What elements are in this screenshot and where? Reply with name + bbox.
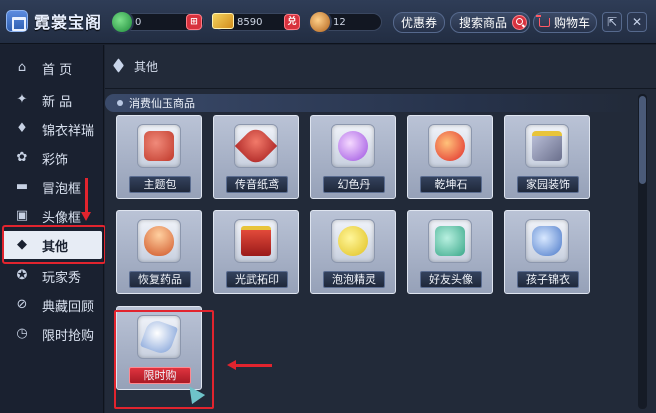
- cube-icon: [113, 60, 126, 73]
- portrait-frame-icon: ▣: [15, 208, 29, 223]
- sidebar-item-label: 首 页: [42, 63, 73, 78]
- sidebar-item-label: 锦衣祥瑞: [42, 124, 95, 139]
- sidebar-item-new[interactable]: ✦ 新 品: [2, 86, 102, 114]
- item-card[interactable]: 家园装饰: [504, 115, 590, 199]
- gift-icon: ✦: [16, 92, 28, 107]
- annotation-highlight-other: [2, 225, 106, 264]
- theme-pack-icon: [137, 124, 181, 168]
- scrollbar[interactable]: [638, 94, 647, 409]
- item-card[interactable]: 光武拓印: [213, 210, 299, 294]
- section-bullet-icon: [117, 100, 123, 106]
- item-label: 家园装饰: [517, 176, 579, 193]
- sidebar-item-home[interactable]: ⌂ 首 页: [2, 54, 102, 82]
- search-button[interactable]: 搜索商品: [450, 12, 530, 33]
- item-label: 孩子锦衣: [517, 271, 579, 288]
- divider: [105, 88, 656, 89]
- item-label: 主题包: [129, 176, 191, 193]
- clock-icon: ◷: [16, 326, 28, 341]
- search-label: 搜索商品: [459, 16, 508, 30]
- player-show-icon: ✪: [16, 268, 28, 283]
- item-card[interactable]: 泡泡精灵: [310, 210, 396, 294]
- item-label: 幻色丹: [323, 176, 385, 193]
- section-header: 消费仙玉商品: [105, 94, 633, 112]
- jade-icon: [110, 10, 134, 34]
- sidebar-item-label: 新 品: [42, 95, 73, 110]
- ornament-icon: ✿: [16, 150, 28, 165]
- shirt-icon: ♦: [16, 121, 28, 136]
- item-card[interactable]: 孩子锦衣: [504, 210, 590, 294]
- item-label: 恢复药品: [129, 271, 191, 288]
- app-logo-icon: [6, 10, 28, 32]
- paper-kite-icon: [234, 124, 278, 168]
- breadcrumb-label: 其他: [134, 60, 159, 74]
- restore-button[interactable]: ⇱: [602, 12, 622, 32]
- item-label: 光武拓印: [226, 271, 288, 288]
- medicine-bowl-icon: [137, 219, 181, 263]
- cart-label: 购物车: [553, 16, 590, 30]
- item-card[interactable]: 主题包: [116, 115, 202, 199]
- color-pill-icon: [331, 124, 375, 168]
- item-label: 泡泡精灵: [323, 271, 385, 288]
- scrollbar-thumb[interactable]: [639, 96, 646, 184]
- currency-jade: 0 ⊞: [110, 10, 204, 34]
- child-outfit-icon: [525, 219, 569, 263]
- item-label: 好友头像: [420, 271, 482, 288]
- sidebar-item-collection[interactable]: ⊘ 典藏回顾: [2, 291, 102, 319]
- item-card[interactable]: 好友头像: [407, 210, 493, 294]
- item-card[interactable]: 恢复药品: [116, 210, 202, 294]
- qiankun-stone-icon: [428, 124, 472, 168]
- coin-icon: [308, 10, 332, 34]
- item-card[interactable]: 幻色丹: [310, 115, 396, 199]
- sidebar-item-label: 典藏回顾: [42, 300, 95, 315]
- sidebar-item-label: 头像框: [42, 211, 82, 226]
- item-label: 传音纸鸢: [226, 176, 288, 193]
- currency-ticket-exchange-button[interactable]: 兑: [284, 14, 300, 30]
- annotation-arrow-left: [227, 360, 272, 370]
- sidebar-item-flash-sale[interactable]: ◷ 限时抢购: [2, 320, 102, 348]
- cart-icon: [536, 15, 550, 27]
- cart-button[interactable]: 购物车: [533, 12, 597, 33]
- sidebar-item-outfits[interactable]: ♦ 锦衣祥瑞: [2, 115, 102, 143]
- currency-jade-add-button[interactable]: ⊞: [186, 14, 202, 30]
- sidebar-item-player-show[interactable]: ✪ 玩家秀: [2, 262, 102, 290]
- collection-icon: ⊘: [16, 297, 28, 312]
- title-bar: 霓裳宝阁 0 ⊞ 8590 兑 12 优惠券 搜索商品 购物车 ⇱ ✕: [0, 0, 656, 44]
- sidebar-item-label: 彩饰: [42, 153, 69, 168]
- sidebar-item-label: 玩家秀: [42, 271, 82, 286]
- speech-bubble-icon: ▬: [15, 179, 29, 194]
- search-icon: [512, 15, 527, 30]
- rubbing-box-icon: [234, 219, 278, 263]
- app-title: 霓裳宝阁: [6, 9, 102, 33]
- home-icon: ⌂: [17, 60, 27, 75]
- sidebar-item-label: 限时抢购: [42, 329, 95, 344]
- breadcrumb: 其他: [113, 58, 158, 75]
- sidebar-item-label: 冒泡框: [42, 182, 82, 197]
- item-card[interactable]: 传音纸鸢: [213, 115, 299, 199]
- ticket-icon: [212, 13, 234, 29]
- home-decor-icon: [525, 124, 569, 168]
- close-button[interactable]: ✕: [627, 12, 647, 32]
- currency-ticket: 8590 兑: [212, 12, 300, 32]
- item-label: 乾坤石: [420, 176, 482, 193]
- currency-coin: 12: [308, 10, 382, 34]
- coupon-button[interactable]: 优惠券: [393, 12, 445, 33]
- friend-avatar-icon: [428, 219, 472, 263]
- sidebar-item-ornaments[interactable]: ✿ 彩饰: [2, 144, 102, 172]
- annotation-arrow-down: [81, 178, 91, 221]
- item-card[interactable]: 乾坤石: [407, 115, 493, 199]
- app-title-text: 霓裳宝阁: [34, 13, 103, 32]
- bubble-sprite-icon: [331, 219, 375, 263]
- section-title: 消费仙玉商品: [129, 97, 195, 110]
